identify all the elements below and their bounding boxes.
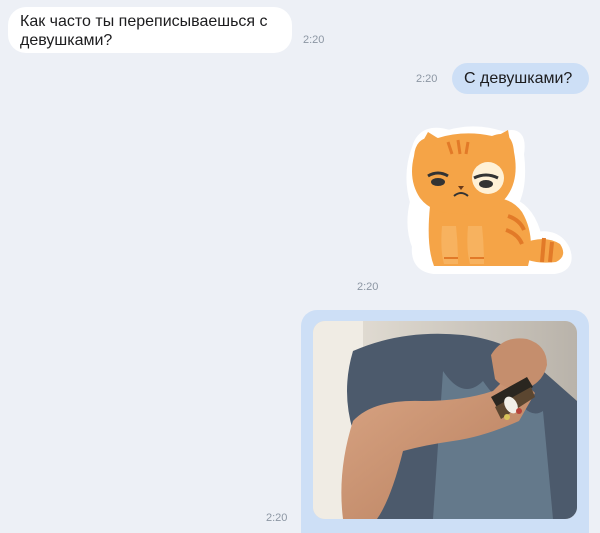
outgoing-message-bubble[interactable]: С девушками? <box>452 63 589 94</box>
flexed-arm-photo[interactable] <box>313 321 577 519</box>
message-timestamp: 2:20 <box>357 281 379 293</box>
message-timestamp: 2:20 <box>266 512 288 524</box>
incoming-message-bubble[interactable]: Как часто ты переписываешься с девушками… <box>8 7 292 53</box>
photo-message-bubble[interactable] <box>301 310 589 533</box>
chat-window: Как часто ты переписываешься с девушками… <box>0 0 600 533</box>
message-timestamp: 2:20 <box>416 73 438 85</box>
photo-image <box>313 321 577 519</box>
sad-cat-sticker-icon <box>406 126 572 274</box>
incoming-message-text: Как часто ты переписываешься с девушками… <box>20 13 268 49</box>
message-timestamp: 2:20 <box>303 34 325 46</box>
sad-cat-sticker[interactable] <box>404 126 572 276</box>
outgoing-message-text: С девушками? <box>464 70 573 87</box>
